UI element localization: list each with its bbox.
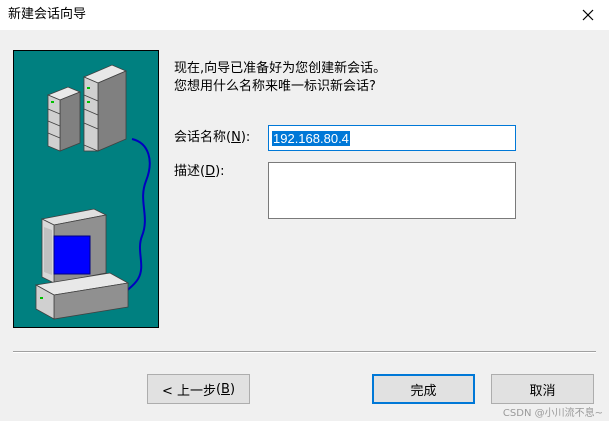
description-accelerator: D xyxy=(205,164,216,179)
back-button[interactable]: < 上一步(B) xyxy=(147,374,250,404)
description-textarea[interactable] xyxy=(268,162,516,219)
session-name-value: 192.168.80.4 xyxy=(272,130,350,146)
window-title: 新建会话向导 xyxy=(8,7,87,22)
monitor-screen xyxy=(53,235,91,275)
description-label: 描述(D): xyxy=(174,164,225,179)
title-bar[interactable]: 新建会话向导 xyxy=(0,0,609,30)
finish-button[interactable]: 完成 xyxy=(372,374,475,404)
server-tower-front-icon xyxy=(46,86,82,152)
wizard-illustration xyxy=(13,50,159,328)
cancel-button[interactable]: 取消 xyxy=(491,374,594,404)
session-name-accelerator: N xyxy=(231,130,241,145)
intro-line-1: 现在,向导已准备好为您创建新会话。 xyxy=(174,61,387,76)
back-accelerator: B xyxy=(221,381,230,397)
server-tower-icon xyxy=(82,64,128,152)
intro-line-2: 您想用什么名称来唯一标识新会话? xyxy=(174,79,376,94)
close-button[interactable] xyxy=(567,0,609,30)
intro-text: 现在,向导已准备好为您创建新会话。 您想用什么名称来唯一标识新会话? xyxy=(174,60,386,96)
watermark-text: CSDN @小川流不息~ xyxy=(502,408,603,419)
network-cable-icon xyxy=(117,138,151,304)
session-name-label: 会话名称(N): xyxy=(174,130,251,145)
close-icon xyxy=(582,9,594,21)
session-name-input[interactable]: 192.168.80.4 xyxy=(268,125,516,151)
divider xyxy=(13,351,596,353)
new-session-wizard-dialog: 新建会话向导 现在,向导已准备好为您创建新会话。 您想用什么名称来唯一标识新会话… xyxy=(0,0,609,421)
